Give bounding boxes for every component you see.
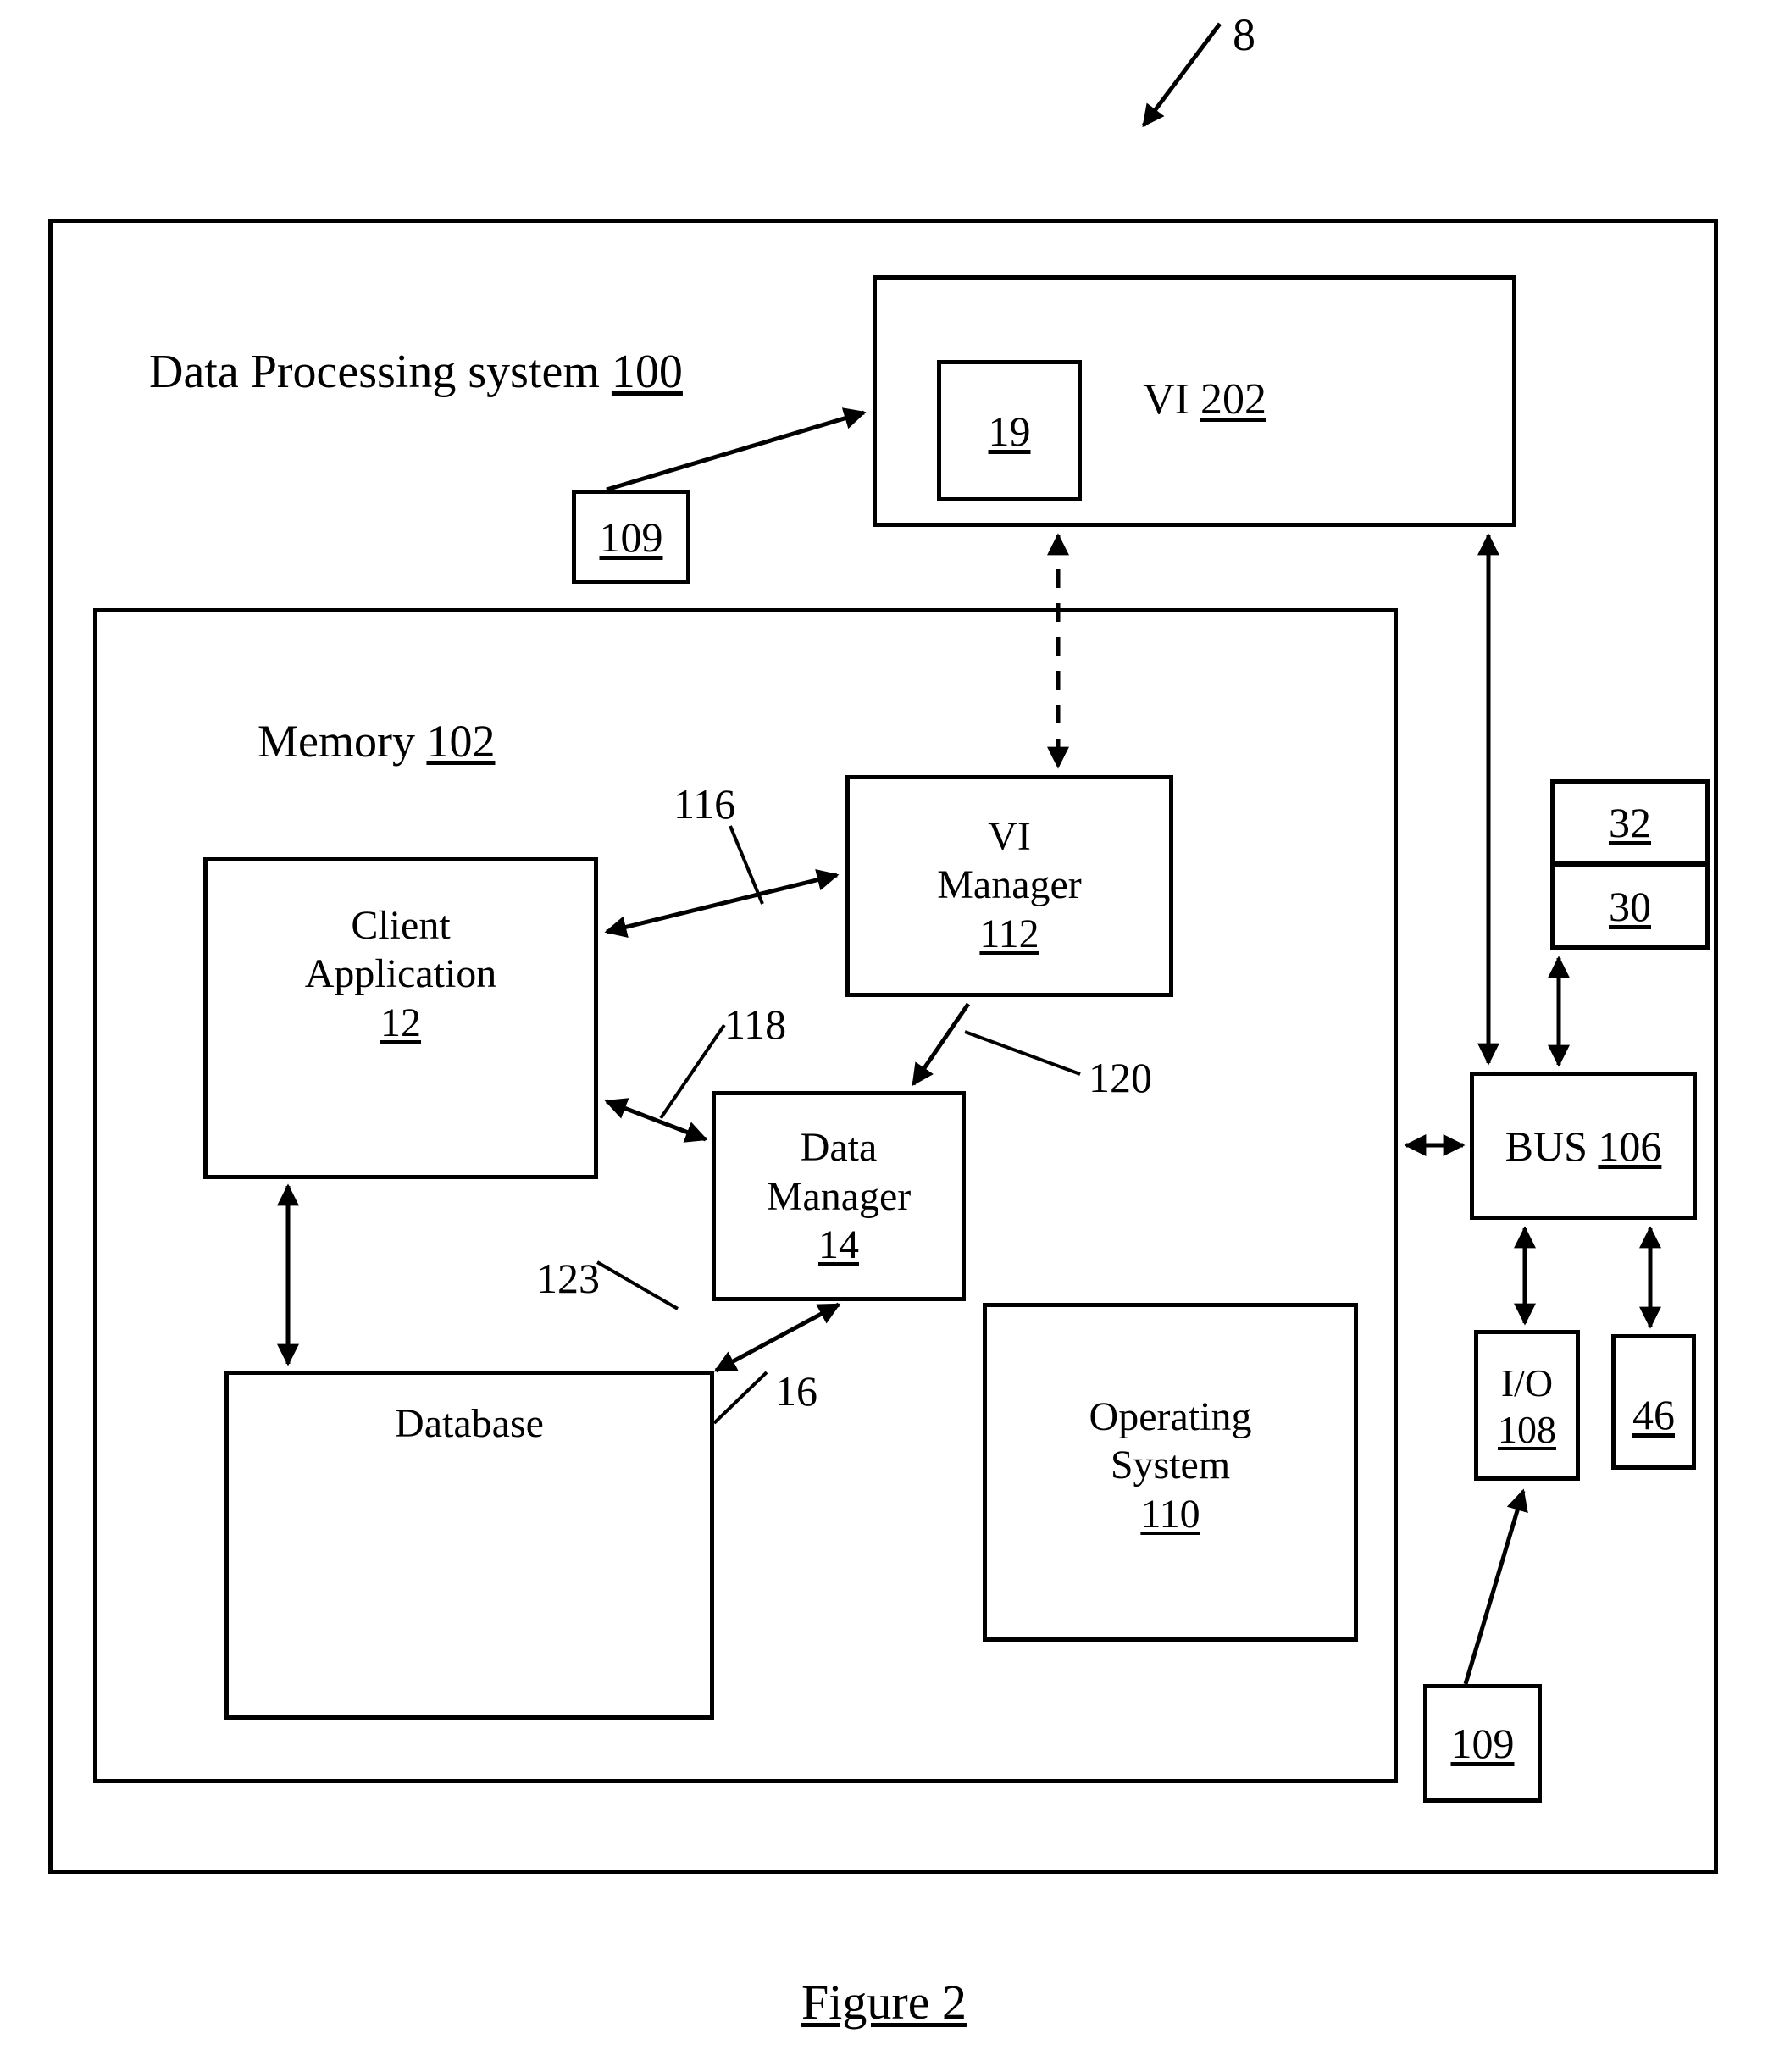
figure-caption: Figure 2 — [801, 1975, 967, 2030]
operating-system-line1: Operating — [1089, 1393, 1252, 1439]
database-label: Database — [395, 1401, 544, 1446]
vi-202-label: VI 202 — [1100, 322, 1266, 478]
connector-label-16: 16 — [775, 1367, 817, 1415]
vi-inner-19-ref: 19 — [988, 407, 1031, 455]
operating-system-ref: 110 — [1140, 1491, 1200, 1537]
leader-line-8 — [1142, 22, 1222, 128]
connector-label-118: 118 — [724, 1000, 787, 1048]
patent-figure-page: 8 Data Processing system 100 VI 202 19 1… — [0, 0, 1768, 2072]
connector-label-120: 120 — [1089, 1054, 1152, 1101]
io-line1: I/O — [1500, 1360, 1554, 1404]
box-32-ref: 32 — [1609, 799, 1651, 846]
vi-manager-line2: Manager — [937, 862, 1082, 908]
vi-manager-line1: VI — [988, 813, 1031, 859]
vi-202-label-text: VI — [1143, 375, 1200, 424]
bus-label-inner: BUS 106 — [1505, 1121, 1662, 1172]
memory-title-text: Memory — [258, 715, 427, 767]
client-application-line2: Application — [304, 951, 497, 997]
client-application-ref: 12 — [380, 1000, 421, 1045]
vi-manager-label: VI Manager 112 — [845, 788, 1173, 983]
data-manager-line2: Manager — [766, 1173, 912, 1219]
operating-system-label: Operating System 110 — [983, 1381, 1358, 1550]
operating-system-line2: System — [1110, 1443, 1231, 1488]
memory-title: Memory 102 — [212, 661, 495, 823]
data-processing-system-title-ref: 100 — [611, 346, 683, 399]
client-application-label: Client Application 12 — [203, 877, 598, 1072]
data-manager-line1: Data — [800, 1125, 878, 1171]
vi-manager-ref: 112 — [979, 911, 1039, 956]
memory-title-ref: 102 — [426, 715, 496, 767]
connector-label-123: 123 — [536, 1255, 600, 1302]
data-processing-system-title-text: Data Processing system — [149, 346, 612, 399]
data-manager-ref: 14 — [818, 1222, 859, 1268]
ref-109-top-label: 109 — [599, 513, 663, 561]
bus-label-ref: 106 — [1598, 1122, 1662, 1170]
bus-label: BUS 106 — [1470, 1072, 1697, 1220]
io-label: I/O 108 — [1474, 1338, 1580, 1474]
box-46-ref: 46 — [1632, 1391, 1675, 1438]
bus-label-text: BUS — [1505, 1122, 1599, 1170]
data-manager-label: Data Manager 14 — [712, 1101, 966, 1292]
connector-label-116: 116 — [673, 780, 736, 828]
data-processing-system-title: Data Processing system 100 — [102, 288, 683, 456]
reference-numeral-8: 8 — [1233, 9, 1255, 60]
ref-109-bottom-label: 109 — [1450, 1720, 1515, 1767]
client-application-line1: Client — [351, 902, 451, 948]
box-30-ref: 30 — [1609, 883, 1651, 930]
vi-202-label-ref: 202 — [1200, 375, 1266, 424]
io-ref: 108 — [1498, 1408, 1556, 1451]
